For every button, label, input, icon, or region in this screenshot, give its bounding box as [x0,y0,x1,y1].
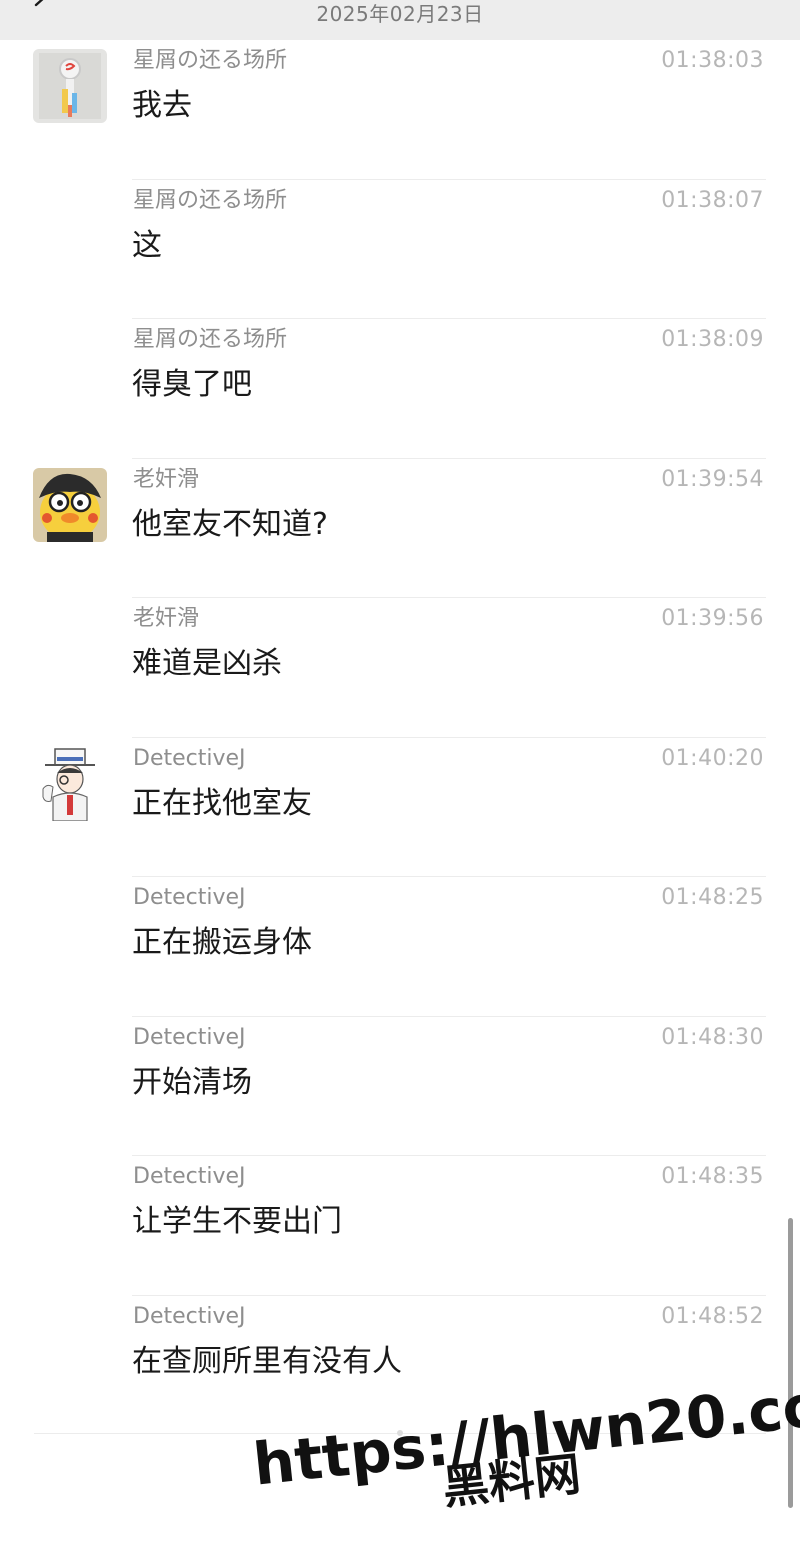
sender-name: DetectiveJ [133,1303,246,1329]
message-text: 得臭了吧 [132,367,252,402]
chat-message[interactable]: 星屑の还る场所 01:38:07 这 [0,180,800,319]
message-time: 01:40:20 [661,745,764,771]
sender-name: DetectiveJ [133,1024,246,1050]
message-time: 01:38:09 [661,327,764,352]
sender-name: 星屑の还る场所 [133,327,288,352]
scrollbar[interactable] [788,1218,793,1508]
sender-name: DetectiveJ [133,885,246,910]
message-time: 01:39:56 [661,606,764,631]
message-time: 01:48:52 [661,1303,764,1329]
chat-message[interactable]: DetectiveJ 01:48:30 开始清场 [0,1017,800,1156]
message-time: 01:48:30 [661,1024,764,1050]
sender-name: 星屑の还る场所 [133,187,288,213]
top-bar: 2025年02月23日 [0,0,800,40]
message-time: 01:48:35 [661,1164,764,1189]
sender-name: 星屑の还る场所 [133,48,288,73]
message-text: 开始清场 [132,1064,252,1100]
sender-name: 老奸滑 [133,606,200,631]
chat-message[interactable]: DetectiveJ 01:48:25 正在搬运身体 [0,877,800,1017]
chat-history-page: 2025年02月23日 星屑の还る场所 01:38:03 我去 星屑の还る场所 … [0,0,800,1552]
message-list: 星屑の还る场所 01:38:03 我去 星屑の还る场所 01:38:07 这 星… [0,40,800,1435]
message-text: 让学生不要出门 [132,1204,342,1239]
message-text: 难道是凶杀 [132,646,282,681]
sender-name: DetectiveJ [133,1164,246,1189]
sender-name: DetectiveJ [133,745,246,771]
message-text: 这 [132,227,162,263]
chat-message[interactable]: 星屑の还る场所 01:38:03 我去 [0,40,800,180]
message-time: 01:48:25 [661,885,764,910]
message-time: 01:38:03 [661,48,764,73]
message-time: 01:39:54 [661,466,764,492]
chat-message[interactable]: 老奸滑 01:39:54 他室友不知道? [0,459,800,598]
chat-message[interactable]: DetectiveJ 01:48:35 让学生不要出门 [0,1156,800,1296]
message-text: 正在搬运身体 [132,925,312,960]
avatar-detective-anime[interactable] [33,746,107,821]
message-text: 正在找他室友 [132,785,312,821]
message-text: 他室友不知道? [132,506,328,542]
chat-message[interactable]: 星屑の还る场所 01:38:09 得臭了吧 [0,319,800,459]
avatar-cartoon-duck[interactable] [33,467,107,542]
sender-name: 老奸滑 [133,466,200,492]
date-header: 2025年02月23日 [316,2,484,26]
message-text: 在查厕所里有没有人 [132,1343,402,1379]
chat-message[interactable]: 老奸滑 01:39:56 难道是凶杀 [0,598,800,738]
chat-message[interactable]: DetectiveJ 01:40:20 正在找他室友 [0,738,800,877]
message-time: 01:38:07 [661,187,764,213]
avatar-light-bulb[interactable] [33,49,107,123]
message-text: 我去 [132,88,192,123]
